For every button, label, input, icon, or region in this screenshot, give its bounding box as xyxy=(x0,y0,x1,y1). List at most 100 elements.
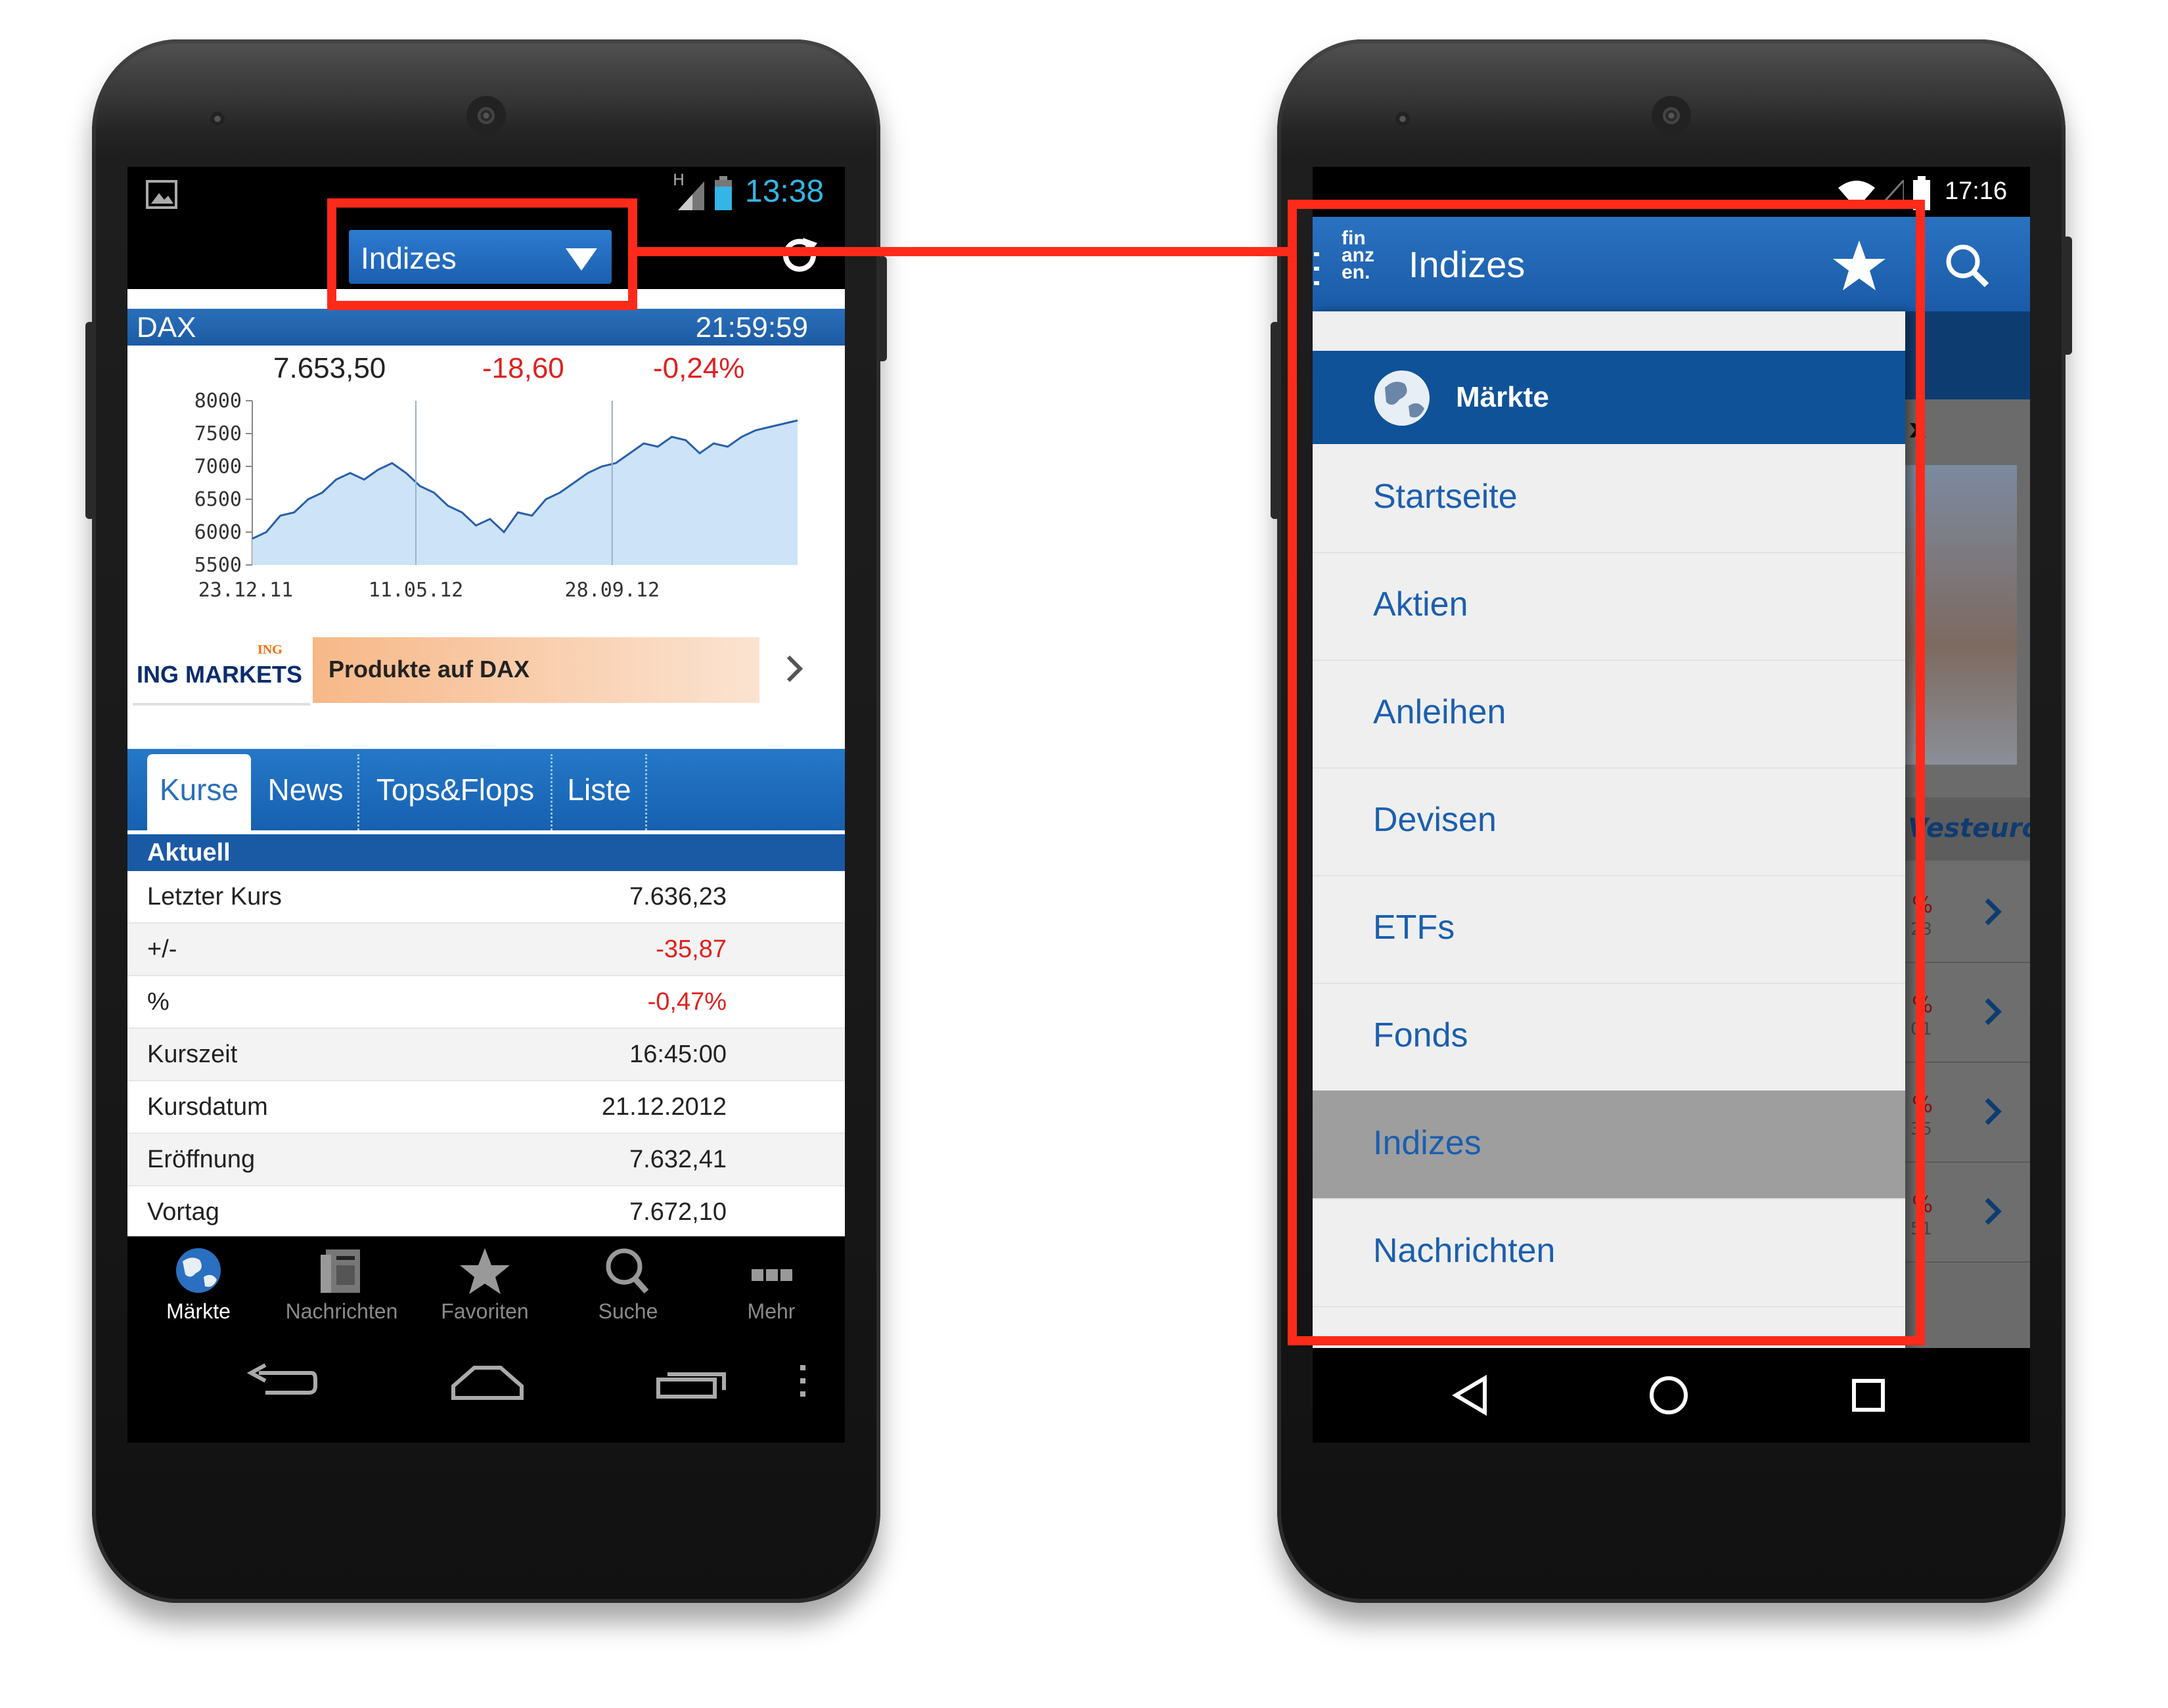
proximity-sensor xyxy=(1395,112,1410,126)
index-name: DAX xyxy=(137,311,196,344)
ing-ad-banner[interactable]: ING ING MARKETS Produkte auf DAX xyxy=(127,635,845,707)
row-value: -0,47% xyxy=(647,988,727,1016)
tab-kurse[interactable]: Kurse xyxy=(147,754,251,830)
left-screen: H 13:38 Indizes DAX 21:59:59 7.653,50 -1… xyxy=(127,167,845,1443)
bg-fragment-text: Vesteuro xyxy=(1908,813,2030,843)
nav-label: Märkte xyxy=(166,1299,231,1323)
y-tick-label: 6000 xyxy=(194,521,242,544)
overflow-menu-icon[interactable] xyxy=(796,1362,809,1402)
table-row: % -0,47% xyxy=(127,976,845,1029)
data-table: Letzter Kurs 7.636,23 +/- -35,87% -0,47% Kurs… xyxy=(127,871,845,1236)
row-label: Eröffnung xyxy=(147,1146,256,1173)
search-icon xyxy=(606,1248,649,1294)
ad-brand-small: ING xyxy=(258,642,282,657)
star-icon xyxy=(460,1248,510,1294)
row-label: % xyxy=(147,988,169,1016)
y-tick-label: 7000 xyxy=(194,455,242,478)
ad-brand: ING MARKETS xyxy=(137,661,302,688)
row-value: 21.12.2012 xyxy=(601,1093,727,1121)
index-change: -18,60 xyxy=(482,352,564,384)
chevron-right-icon xyxy=(1985,1198,2002,1225)
x-tick-label: 28.09.12 xyxy=(565,579,660,602)
status-time: 17:16 xyxy=(1945,177,2008,205)
recent-apps-icon[interactable] xyxy=(653,1360,732,1406)
row-value: 7.672,10 xyxy=(629,1198,727,1226)
section-title: Aktuell xyxy=(127,834,845,871)
highlight-drawer-box xyxy=(1288,200,1925,1345)
home-icon[interactable] xyxy=(1648,1374,1690,1416)
ad-text: Produkte auf DAX xyxy=(328,656,530,683)
nav-suche[interactable]: Suche xyxy=(557,1243,699,1324)
nav-label: Suche xyxy=(598,1299,658,1323)
index-chart: 8000 7500 7000 6500 6000 550023.12.11 11.05.12… xyxy=(194,390,798,602)
globe-icon xyxy=(176,1248,221,1293)
y-tick-label: 8000 xyxy=(194,390,242,413)
status-time: 13:38 xyxy=(745,174,824,209)
nav-label: Nachrichten xyxy=(285,1299,398,1323)
row-value: 7.632,41 xyxy=(629,1146,727,1173)
detail-tabs: Kurse News Tops&Flops Liste xyxy=(127,749,845,830)
index-header: DAX 21:59:59 xyxy=(127,309,845,346)
ad-text-box: Produkte auf DAX xyxy=(313,637,759,703)
system-nav xyxy=(1313,1348,2030,1443)
table-row: Vortag 7.672,10 xyxy=(127,1186,845,1236)
table-row: Kurszeit 16:45:00 xyxy=(127,1029,845,1081)
power-button xyxy=(878,256,887,361)
row-label: Vortag xyxy=(147,1198,219,1226)
tab-liste[interactable]: Liste xyxy=(553,754,647,830)
system-nav xyxy=(127,1334,845,1443)
nav-mehr[interactable]: Mehr xyxy=(700,1243,842,1324)
signal-icon xyxy=(678,181,704,210)
nav-maerkte[interactable]: Märkte xyxy=(127,1243,269,1324)
table-row: Letzter Kurs 7.636,23 xyxy=(127,871,845,924)
image-notification-icon xyxy=(146,180,177,209)
row-label: Kursdatum xyxy=(147,1093,268,1121)
volume-button xyxy=(85,322,95,519)
y-tick-label: 6500 xyxy=(194,488,242,511)
tab-topsflops[interactable]: Tops&Flops xyxy=(360,754,553,830)
connector-line xyxy=(635,247,1294,256)
highlight-dropdown-box xyxy=(327,198,637,310)
earpiece-speaker xyxy=(1652,96,1691,135)
search-icon[interactable] xyxy=(1943,242,1991,289)
index-quote: 7.653,50 -18,60 -0,24% xyxy=(127,346,845,388)
chevron-right-icon xyxy=(1985,898,2002,926)
x-tick-label: 23.12.11 xyxy=(198,579,294,602)
chevron-right-icon[interactable] xyxy=(784,654,804,683)
table-row: +/- -35,87 xyxy=(127,924,845,976)
back-icon[interactable] xyxy=(1451,1374,1490,1416)
table-row: Eröffnung 7.632,41 xyxy=(127,1134,845,1186)
bottom-nav: Märkte Nachrichten Favoriten Suche Mehr xyxy=(127,1236,845,1334)
recent-apps-icon[interactable] xyxy=(1849,1376,1888,1415)
battery-icon xyxy=(715,176,732,210)
home-icon[interactable] xyxy=(448,1360,527,1406)
nav-label: Mehr xyxy=(747,1299,796,1323)
row-value: 7.636,23 xyxy=(629,883,727,910)
chevron-right-icon xyxy=(1985,998,2002,1025)
row-label: +/- xyxy=(147,935,177,963)
more-icon xyxy=(752,1269,792,1281)
index-change-pct: -0,24% xyxy=(653,352,745,384)
power-button xyxy=(2063,236,2072,355)
index-time: 21:59:59 xyxy=(695,311,808,344)
back-icon[interactable] xyxy=(246,1360,318,1406)
volume-button xyxy=(1271,322,1280,519)
y-tick-label: 5500 xyxy=(194,554,242,577)
ad-logo-box: ING ING MARKETS xyxy=(133,637,310,706)
tab-news[interactable]: News xyxy=(254,754,359,830)
row-value: -35,87 xyxy=(656,935,727,963)
nav-nachrichten[interactable]: Nachrichten xyxy=(271,1243,413,1324)
nav-label: Favoriten xyxy=(441,1299,529,1323)
chevron-right-icon xyxy=(1985,1098,2002,1125)
index-detail: DAX 21:59:59 7.653,50 -18,60 -0,24% 8000… xyxy=(127,289,845,1236)
nav-favoriten[interactable]: Favoriten xyxy=(414,1243,556,1324)
row-label: Kurszeit xyxy=(147,1041,238,1068)
newspaper-icon xyxy=(321,1249,360,1293)
row-label: Letzter Kurs xyxy=(147,883,282,910)
row-value: 16:45:00 xyxy=(629,1041,727,1068)
y-tick-label: 7500 xyxy=(194,422,242,445)
earpiece-speaker xyxy=(466,96,506,135)
proximity-sensor xyxy=(210,112,225,126)
index-value: 7.653,50 xyxy=(273,352,386,384)
x-tick-label: 11.05.12 xyxy=(369,579,464,602)
